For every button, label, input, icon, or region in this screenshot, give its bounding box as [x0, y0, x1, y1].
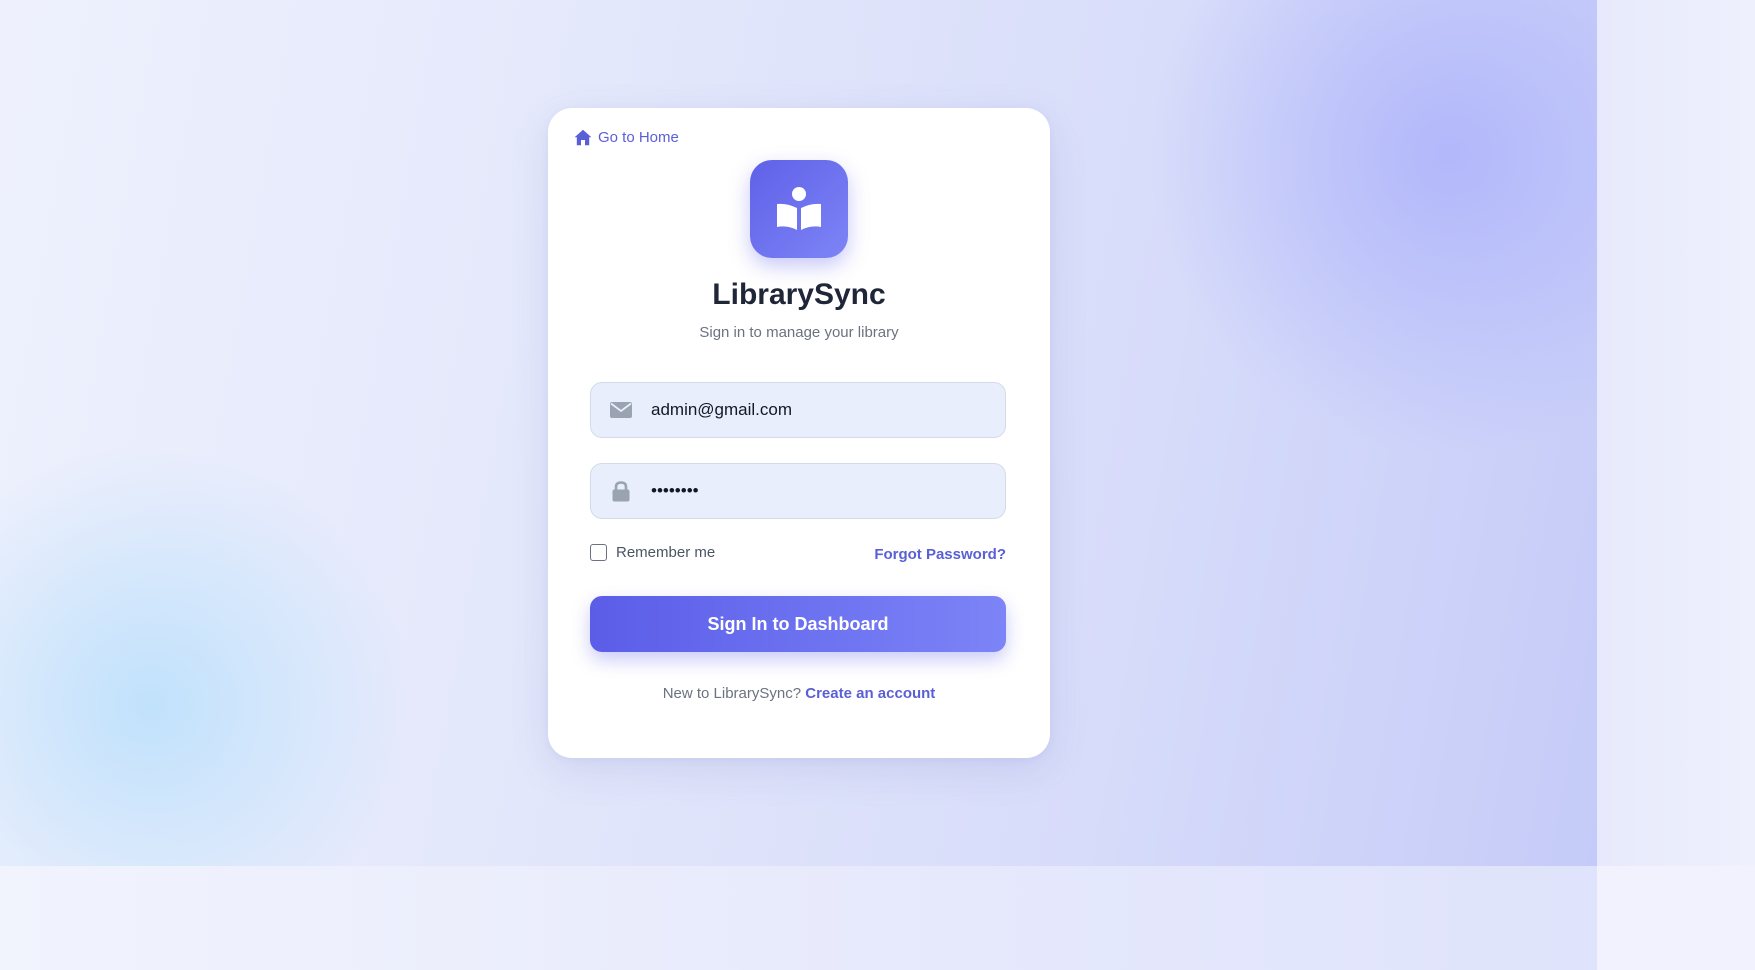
background-bottom-strip — [0, 866, 1597, 970]
remember-me-label: Remember me — [616, 544, 716, 561]
page: Go to Home LibrarySync Sign in to manage… — [0, 0, 1755, 970]
remember-me-toggle[interactable]: Remember me — [590, 544, 715, 561]
go-to-home-link[interactable]: Go to Home — [574, 129, 679, 146]
app-subtitle: Sign in to manage your library — [699, 324, 899, 341]
forgot-password-link[interactable]: Forgot Password? — [874, 546, 1006, 563]
email-input[interactable] — [651, 400, 981, 420]
background-corner — [1597, 866, 1755, 970]
create-account-link[interactable]: Create an account — [805, 685, 935, 702]
remember-me-checkbox[interactable] — [590, 544, 607, 561]
home-icon — [574, 129, 592, 146]
form-options: Remember me Forgot Password? — [590, 544, 1006, 568]
email-field[interactable] — [590, 382, 1006, 438]
signup-row: New to LibrarySync? Create an account — [548, 685, 1050, 702]
book-reader-icon — [777, 187, 821, 230]
signup-prompt: New to LibrarySync? — [662, 685, 802, 702]
password-field[interactable] — [590, 463, 1006, 519]
go-to-home-label: Go to Home — [598, 129, 679, 146]
lock-icon — [607, 480, 635, 502]
sign-in-button[interactable]: Sign In to Dashboard — [590, 596, 1006, 652]
envelope-icon — [607, 402, 635, 418]
password-input[interactable] — [651, 481, 981, 501]
login-card: Go to Home LibrarySync Sign in to manage… — [548, 108, 1050, 758]
app-title: LibrarySync — [712, 278, 886, 311]
app-logo — [750, 160, 848, 258]
background-right-strip — [1597, 0, 1755, 866]
